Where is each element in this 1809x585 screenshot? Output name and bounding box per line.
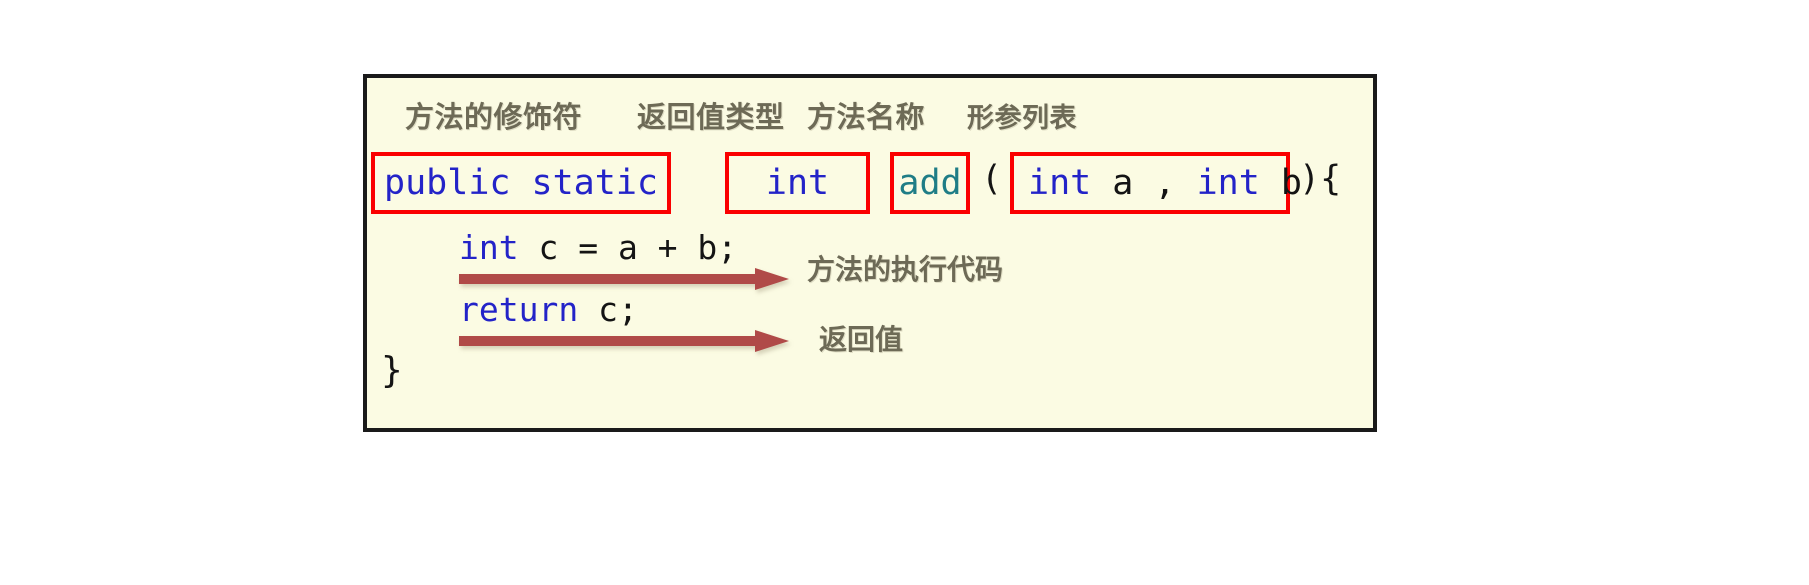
code-closing-brace: }: [381, 350, 403, 391]
arrow-to-body-note: [459, 268, 789, 290]
annotation-return-note: 返回值: [819, 323, 904, 356]
highlight-box-parameter-list: int a , int b: [1010, 152, 1302, 214]
code-statement-return: return c;: [459, 293, 638, 326]
code-method-name: add: [898, 162, 962, 203]
code-close-paren-brace: ){: [1299, 159, 1342, 199]
annotation-body-note: 方法的执行代码: [807, 253, 1004, 286]
highlight-box-method-name: add: [890, 152, 970, 214]
code-return-type: int: [765, 162, 830, 203]
code-keyword-return: return: [459, 290, 579, 329]
code-parameters: int a , int b: [1028, 162, 1302, 203]
code-statement-return-rest: c;: [578, 290, 638, 329]
annotation-label-row: 方法的修饰符 返回值类型 方法名称 形参列表: [367, 94, 1373, 140]
label-return-type: 返回值类型: [637, 100, 785, 134]
method-anatomy-diagram: 方法的修饰符 返回值类型 方法名称 形参列表 public static int…: [363, 74, 1377, 432]
code-statement-sum-rest: c = a + b;: [518, 228, 738, 267]
highlight-box-modifier: public static: [371, 152, 671, 214]
code-open-paren: (: [981, 159, 1003, 199]
code-statement-sum: int c = a + b;: [459, 231, 737, 264]
highlight-box-return-type: int: [725, 152, 870, 214]
method-signature-line: public static int add ( int a , int b ){: [367, 152, 1373, 214]
code-keyword-int: int: [459, 228, 519, 267]
arrow-to-return-note: [459, 330, 789, 352]
label-parameter-list: 形参列表: [967, 103, 1077, 134]
label-method-modifier: 方法的修饰符: [405, 100, 583, 134]
label-method-name: 方法名称: [807, 100, 926, 134]
code-modifier: public static: [384, 162, 658, 203]
